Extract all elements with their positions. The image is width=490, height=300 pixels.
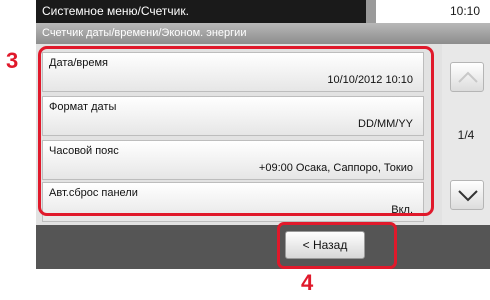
settings-highlight-frame: [38, 46, 434, 216]
status-bar: Системное меню/Счетчик. 10:10: [36, 0, 490, 23]
screen-subtitle: Счетчик даты/времени/Эконом. энергии: [36, 23, 490, 44]
scroll-down-button[interactable]: [450, 180, 484, 210]
back-button-highlight-frame: [277, 222, 397, 269]
window-title: Системное меню/Счетчик.: [36, 0, 366, 23]
chevron-up-icon: [458, 71, 478, 83]
page-indicator: 1/4: [457, 128, 475, 142]
title-separator: [366, 0, 376, 23]
scroll-up-button[interactable]: [450, 62, 484, 92]
callout-number-4: 4: [301, 270, 314, 295]
chevron-down-icon: [458, 190, 478, 202]
callout-number-3: 3: [6, 48, 19, 73]
clock: 10:10: [449, 4, 480, 18]
footer-bar: [36, 225, 490, 269]
scroll-panel: 1/4: [442, 44, 490, 225]
